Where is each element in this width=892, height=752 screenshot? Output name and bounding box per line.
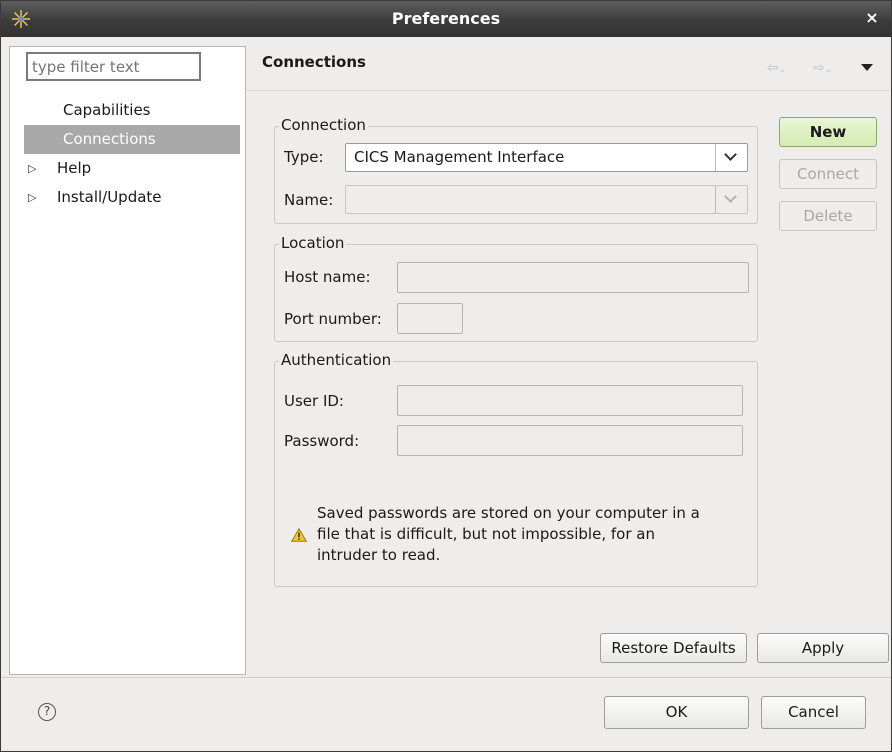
location-legend: Location <box>279 234 347 252</box>
title-bar: Preferences × <box>1 1 891 37</box>
close-icon[interactable]: × <box>863 9 881 27</box>
tree-item-label: Help <box>57 159 92 177</box>
tree-item-connections[interactable]: Connections <box>24 125 240 154</box>
preferences-tree-panel: Capabilities Connections ▷ Help ▷ Instal… <box>9 46 246 675</box>
tree-item-label: Install/Update <box>57 188 162 206</box>
password-warning-text: Saved passwords are stored on your compu… <box>317 504 700 564</box>
host-name-label: Host name: <box>284 268 371 286</box>
tree-item-label: Capabilities <box>63 101 151 119</box>
help-icon[interactable]: ? <box>38 703 56 721</box>
user-id-label: User ID: <box>284 392 344 410</box>
footer-divider <box>1 677 891 678</box>
window-title: Preferences <box>391 9 501 28</box>
type-dropdown[interactable]: CICS Management Interface <box>345 143 748 172</box>
page-title: Connections <box>262 53 366 71</box>
expand-arrow-icon[interactable]: ▷ <box>28 183 42 212</box>
apply-button[interactable]: Apply <box>757 633 889 663</box>
port-number-field <box>397 303 463 334</box>
host-name-field <box>397 262 749 293</box>
delete-button: Delete <box>779 201 877 231</box>
password-label: Password: <box>284 432 360 450</box>
tree-item-install-update[interactable]: ▷ Install/Update <box>24 183 245 212</box>
back-arrow-icon[interactable]: ⇦⌄ <box>767 60 786 76</box>
chevron-down-icon <box>724 190 737 203</box>
tree-item-capabilities[interactable]: Capabilities <box>24 96 245 125</box>
preferences-tree: Capabilities Connections ▷ Help ▷ Instal… <box>24 96 245 212</box>
ok-button[interactable]: OK <box>604 696 749 729</box>
filter-input[interactable] <box>26 52 201 81</box>
forward-arrow-icon[interactable]: ⇨⌄ <box>813 60 832 76</box>
chevron-down-icon <box>724 148 737 161</box>
header-divider <box>247 90 889 91</box>
preferences-dialog: Preferences × Capabilities Connections ▷… <box>0 0 892 752</box>
expand-arrow-icon[interactable]: ▷ <box>28 154 42 183</box>
name-label: Name: <box>284 191 334 209</box>
view-menu-icon[interactable] <box>861 64 873 71</box>
authentication-legend: Authentication <box>279 351 394 369</box>
dropdown-button[interactable] <box>715 144 747 171</box>
cancel-button[interactable]: Cancel <box>761 696 866 729</box>
page-header: Connections ⇦⌄ ⇨⌄ <box>247 46 889 90</box>
password-field <box>397 425 743 456</box>
port-number-label: Port number: <box>284 310 382 328</box>
tree-item-label: Connections <box>63 130 156 148</box>
user-id-field <box>397 385 743 416</box>
type-dropdown-value: CICS Management Interface <box>354 148 565 166</box>
connect-button: Connect <box>779 159 877 189</box>
restore-defaults-button[interactable]: Restore Defaults <box>600 633 747 663</box>
type-label: Type: <box>284 148 324 166</box>
warning-icon <box>291 528 307 542</box>
tree-item-help[interactable]: ▷ Help <box>24 154 245 183</box>
dropdown-button <box>715 186 747 213</box>
name-dropdown <box>345 185 748 214</box>
connection-legend: Connection <box>279 116 368 134</box>
new-button[interactable]: New <box>779 117 877 147</box>
